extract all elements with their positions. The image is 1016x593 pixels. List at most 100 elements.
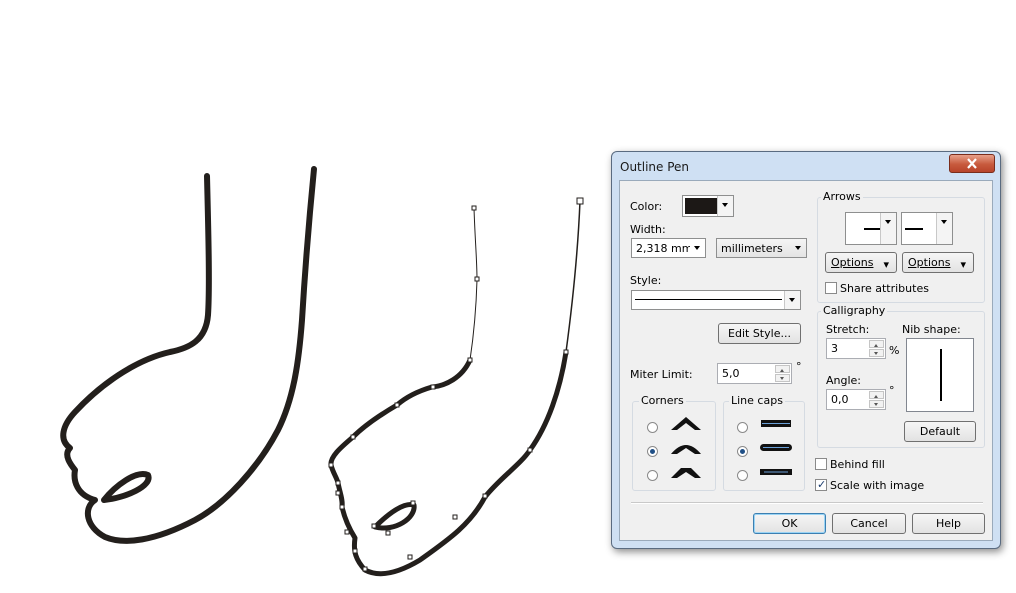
curve-node[interactable] xyxy=(471,205,477,211)
ok-label: OK xyxy=(781,517,798,530)
curve-node[interactable] xyxy=(430,384,436,390)
curve-node[interactable] xyxy=(527,447,533,453)
color-label: Color: xyxy=(630,200,663,213)
curve-node[interactable] xyxy=(352,548,358,554)
curve-node[interactable] xyxy=(407,554,413,560)
edited-curve[interactable] xyxy=(328,197,584,577)
curve-node[interactable] xyxy=(467,357,473,363)
width-value: 2,318 mm xyxy=(636,242,693,255)
help-label: Help xyxy=(935,517,962,530)
units-select[interactable]: millimeters xyxy=(716,238,807,258)
style-select[interactable] xyxy=(631,290,801,310)
help-button[interactable]: Help xyxy=(912,513,985,534)
curve-node[interactable] xyxy=(474,276,480,282)
butt-cap-icon xyxy=(761,420,791,427)
end-arrow-options-button[interactable]: Options ▾ xyxy=(902,252,974,273)
chevron-down-icon xyxy=(936,213,952,244)
spin-up-icon[interactable] xyxy=(775,365,790,373)
corner-miter-radio[interactable] xyxy=(647,422,658,433)
behind-fill-label: Behind fill xyxy=(830,458,885,471)
end-arrow-preview xyxy=(905,228,923,230)
cap-square-radio[interactable] xyxy=(737,470,748,481)
dialog-title: Outline Pen xyxy=(620,160,690,174)
close-icon xyxy=(967,158,977,169)
curve-node[interactable] xyxy=(328,462,334,468)
curve-node[interactable] xyxy=(335,490,341,496)
curve-node[interactable] xyxy=(371,523,377,529)
angle-input[interactable]: 0,0 xyxy=(826,389,886,410)
outline-pen-dialog: Outline Pen Color: Width: 2,318 mm milli… xyxy=(611,151,1001,549)
angle-label: Angle: xyxy=(826,374,862,387)
spin-up-icon[interactable] xyxy=(869,391,884,399)
width-label: Width: xyxy=(630,223,666,236)
nib-shape-preview[interactable] xyxy=(906,338,974,412)
spin-down-icon[interactable] xyxy=(775,374,790,382)
line-caps-label: Line caps xyxy=(729,394,785,407)
footer-divider xyxy=(631,502,983,504)
miter-limit-value: 5,0 xyxy=(722,367,740,380)
arm-outline-thick[interactable] xyxy=(60,166,317,544)
cap-butt-radio[interactable] xyxy=(737,422,748,433)
curve-node[interactable] xyxy=(563,349,569,355)
stretch-value: 3 xyxy=(831,342,838,355)
edit-style-label: Edit Style... xyxy=(728,327,791,340)
caret-down-icon: ▾ xyxy=(883,258,889,271)
dialog-titlebar[interactable]: Outline Pen xyxy=(612,152,1000,180)
corners-label: Corners xyxy=(639,394,686,407)
miter-degree: ° xyxy=(796,360,802,373)
dialog-client: Color: Width: 2,318 mm millimeters Style… xyxy=(619,180,993,541)
edit-style-button[interactable]: Edit Style... xyxy=(718,323,801,344)
width-select[interactable]: 2,318 mm xyxy=(631,238,706,258)
curve-node[interactable] xyxy=(335,480,341,486)
stretch-label: Stretch: xyxy=(826,323,870,336)
miter-limit-label: Miter Limit: xyxy=(630,368,693,381)
curve-node[interactable] xyxy=(344,529,350,535)
scale-with-image-label: Scale with image xyxy=(830,479,925,492)
stretch-input[interactable]: 3 xyxy=(826,338,886,359)
spin-down-icon[interactable] xyxy=(869,349,884,357)
units-value: millimeters xyxy=(721,242,783,255)
chevron-down-icon xyxy=(690,239,705,257)
cap-round-radio[interactable] xyxy=(737,446,748,457)
ok-button[interactable]: OK xyxy=(753,513,826,534)
spin-up-icon[interactable] xyxy=(869,340,884,348)
chevron-down-icon xyxy=(880,213,896,244)
curve-node[interactable] xyxy=(385,530,391,536)
angle-value: 0,0 xyxy=(831,393,849,406)
calligraphy-label: Calligraphy xyxy=(821,304,888,317)
options-label: Options xyxy=(831,256,874,269)
curve-node[interactable] xyxy=(452,514,458,520)
line-style-preview xyxy=(635,299,782,300)
spin-down-icon[interactable] xyxy=(869,400,884,408)
arrows-label: Arrows xyxy=(821,190,863,203)
curve-node[interactable] xyxy=(350,434,356,440)
share-attributes-checkbox[interactable] xyxy=(825,282,837,294)
curve-node[interactable] xyxy=(362,566,368,572)
curve-node[interactable] xyxy=(394,402,400,408)
calligraphy-group: Calligraphy Stretch: 3 % Nib shape: Angl… xyxy=(817,304,985,448)
color-swatch xyxy=(685,198,718,214)
start-arrow-select[interactable] xyxy=(845,212,897,245)
cancel-button[interactable]: Cancel xyxy=(832,513,906,534)
curve-node[interactable] xyxy=(339,504,345,510)
chevron-down-icon xyxy=(791,239,806,257)
end-arrow-select[interactable] xyxy=(901,212,953,245)
curve-node[interactable] xyxy=(576,197,584,205)
miter-limit-input[interactable]: 5,0 xyxy=(717,363,792,384)
share-attributes-label: Share attributes xyxy=(840,282,929,295)
scale-with-image-checkbox[interactable] xyxy=(815,478,827,491)
behind-fill-checkbox[interactable] xyxy=(815,458,827,470)
percent-symbol: % xyxy=(889,344,900,357)
options-label: Options xyxy=(908,256,951,269)
nib-shape-label: Nib shape: xyxy=(902,323,961,336)
chevron-down-icon xyxy=(784,291,800,309)
corner-round-radio[interactable] xyxy=(647,446,658,457)
default-button[interactable]: Default xyxy=(904,421,976,442)
color-picker[interactable] xyxy=(682,195,734,217)
cancel-label: Cancel xyxy=(850,517,888,530)
curve-node[interactable] xyxy=(482,493,488,499)
start-arrow-options-button[interactable]: Options ▾ xyxy=(825,252,897,273)
close-button[interactable] xyxy=(949,154,995,173)
curve-node[interactable] xyxy=(410,500,416,506)
corner-bevel-radio[interactable] xyxy=(647,470,658,481)
